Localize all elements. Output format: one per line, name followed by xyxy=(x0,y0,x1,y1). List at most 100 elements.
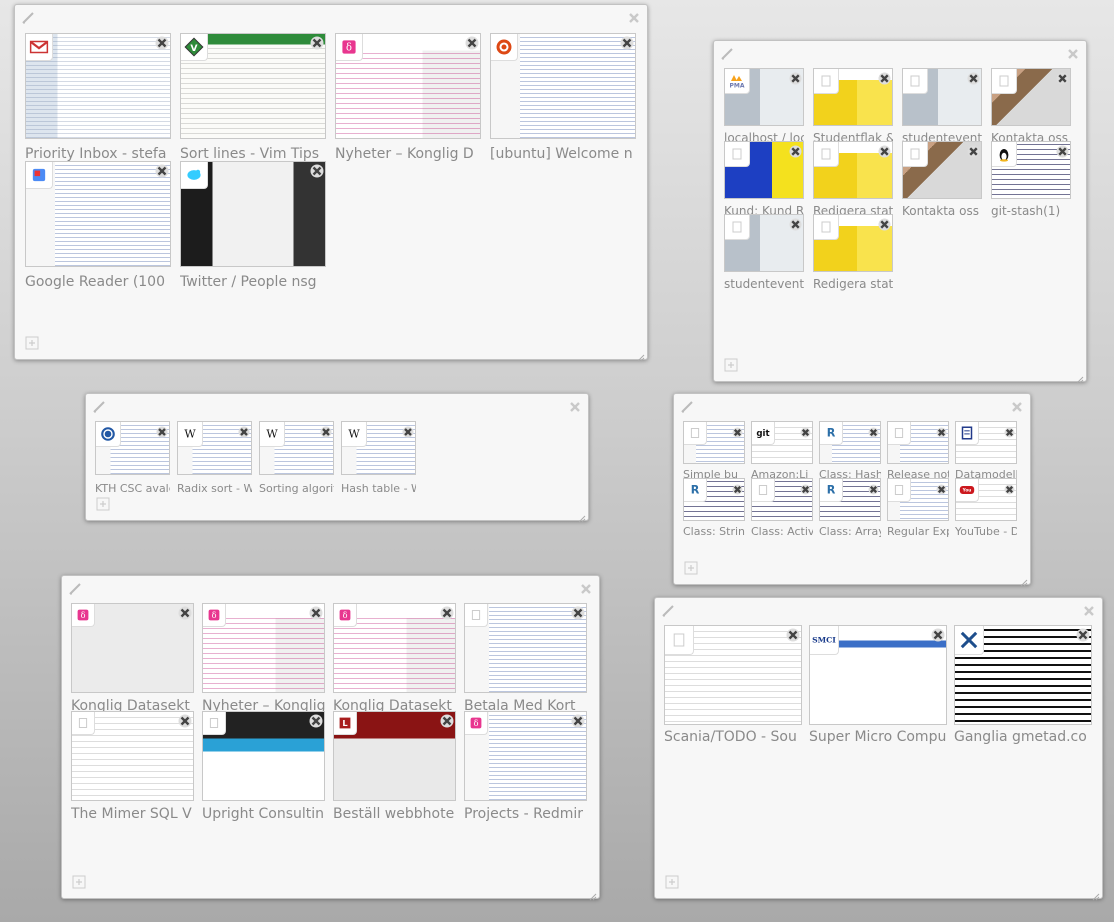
close-tab-icon[interactable] xyxy=(878,143,891,158)
tab-thumbnail[interactable]: Class: Active xyxy=(751,478,813,541)
page-preview[interactable] xyxy=(887,478,949,521)
close-icon[interactable] xyxy=(1066,46,1080,60)
tab-thumbnail[interactable]: git-stash(1) xyxy=(991,141,1071,221)
close-icon[interactable] xyxy=(627,10,641,24)
close-tab-icon[interactable] xyxy=(1076,627,1090,642)
tab-thumbnail[interactable]: δ Projects - Redmir xyxy=(464,711,587,825)
page-preview[interactable]: δ xyxy=(333,603,456,693)
tab-thumbnail[interactable]: δ Nyheter – Konglig D xyxy=(335,33,481,165)
page-preview[interactable] xyxy=(71,711,194,801)
close-tab-icon[interactable] xyxy=(732,480,743,495)
tab-group-4[interactable]: Simple bu git Amazon:Li R Class: Hash Release… xyxy=(673,393,1031,587)
close-tab-icon[interactable] xyxy=(155,35,169,50)
close-tab-icon[interactable] xyxy=(571,605,585,620)
page-preview[interactable] xyxy=(724,141,804,199)
close-tab-icon[interactable] xyxy=(320,423,332,438)
tab-group-6[interactable]: Scania/TODO - Sou SMCI Super Micro Compu Ga… xyxy=(654,597,1103,901)
page-preview[interactable]: V xyxy=(180,33,326,139)
tab-thumbnail[interactable]: R Class: Hash xyxy=(819,421,881,484)
page-preview[interactable] xyxy=(902,68,982,126)
page-preview[interactable]: You xyxy=(955,478,1017,521)
page-preview[interactable] xyxy=(490,33,636,139)
close-tab-icon[interactable] xyxy=(238,423,250,438)
tab-thumbnail[interactable]: studentevent xyxy=(902,68,982,148)
tab-thumbnail[interactable]: Priority Inbox - stefa xyxy=(25,33,171,165)
close-tab-icon[interactable] xyxy=(967,70,980,85)
page-preview[interactable] xyxy=(724,214,804,272)
close-tab-icon[interactable] xyxy=(178,713,192,728)
tab-thumbnail[interactable]: PMAlocalhost / loca xyxy=(724,68,804,148)
close-tab-icon[interactable] xyxy=(789,70,802,85)
close-tab-icon[interactable] xyxy=(789,216,802,231)
new-tab-icon[interactable] xyxy=(25,335,39,350)
tab-thumbnail[interactable]: KTH CSC avalc xyxy=(95,421,170,498)
tab-thumbnail[interactable]: SMCI Super Micro Compu xyxy=(809,625,947,748)
tab-thumbnail[interactable]: δ Nyheter – Konglig xyxy=(202,603,325,717)
close-tab-icon[interactable] xyxy=(155,163,169,178)
edit-pencil-icon[interactable] xyxy=(661,603,675,617)
tab-thumbnail[interactable]: Upright Consultin xyxy=(202,711,325,825)
page-preview[interactable]: SMCI xyxy=(809,625,947,725)
page-preview[interactable] xyxy=(955,421,1017,464)
close-tab-icon[interactable] xyxy=(1056,70,1069,85)
page-preview[interactable]: W xyxy=(177,421,252,475)
tab-thumbnail[interactable]: Redigera statu xyxy=(813,214,893,294)
tab-thumbnail[interactable]: Scania/TODO - Sou xyxy=(664,625,802,748)
tab-thumbnail[interactable]: Kund: Kund R xyxy=(724,141,804,221)
close-tab-icon[interactable] xyxy=(178,605,192,620)
edit-pencil-icon[interactable] xyxy=(680,399,694,413)
close-tab-icon[interactable] xyxy=(878,216,891,231)
close-tab-icon[interactable] xyxy=(1004,480,1015,495)
close-tab-icon[interactable] xyxy=(732,423,743,438)
close-tab-icon[interactable] xyxy=(800,480,811,495)
tab-thumbnail[interactable]: Ganglia gmetad.co xyxy=(954,625,1092,748)
tab-thumbnail[interactable]: [ubuntu] Welcome n xyxy=(490,33,636,165)
tab-thumbnail[interactable]: Kontakta oss xyxy=(991,68,1071,148)
page-preview[interactable] xyxy=(683,421,745,464)
edit-pencil-icon[interactable] xyxy=(92,399,106,413)
tab-thumbnail[interactable]: δ Konglig Datasekt xyxy=(71,603,194,717)
tab-thumbnail[interactable]: Betala Med Kort xyxy=(464,603,587,717)
page-preview[interactable]: PMA xyxy=(724,68,804,126)
page-preview[interactable]: L xyxy=(333,711,456,801)
page-preview[interactable] xyxy=(664,625,802,725)
page-preview[interactable]: git xyxy=(751,421,813,464)
close-tab-icon[interactable] xyxy=(800,423,811,438)
page-preview[interactable] xyxy=(887,421,949,464)
close-tab-icon[interactable] xyxy=(440,605,454,620)
page-preview[interactable] xyxy=(813,68,893,126)
close-tab-icon[interactable] xyxy=(868,480,879,495)
tab-thumbnail[interactable]: V Sort lines - Vim Tips xyxy=(180,33,326,165)
page-preview[interactable]: δ xyxy=(335,33,481,139)
close-tab-icon[interactable] xyxy=(309,605,323,620)
tab-group-1[interactable]: Priority Inbox - stefa V Sort lines - Vim … xyxy=(14,4,648,362)
page-preview[interactable] xyxy=(991,141,1071,199)
tab-thumbnail[interactable]: Google Reader (100 xyxy=(25,161,171,293)
close-tab-icon[interactable] xyxy=(1056,143,1069,158)
page-preview[interactable] xyxy=(813,214,893,272)
tab-thumbnail[interactable]: studentevent xyxy=(724,214,804,294)
tab-thumbnail[interactable]: R Class: Array xyxy=(819,478,881,541)
tab-thumbnail[interactable]: Kontakta oss - xyxy=(902,141,982,221)
tab-thumbnail[interactable]: W Hash table - W xyxy=(341,421,416,498)
new-tab-icon[interactable] xyxy=(684,560,698,575)
page-preview[interactable] xyxy=(95,421,170,475)
page-preview[interactable] xyxy=(902,141,982,199)
close-icon[interactable] xyxy=(1010,399,1024,413)
close-tab-icon[interactable] xyxy=(786,627,800,642)
close-icon[interactable] xyxy=(579,581,593,595)
close-tab-icon[interactable] xyxy=(309,713,323,728)
new-tab-icon[interactable] xyxy=(72,874,86,889)
page-preview[interactable]: R xyxy=(819,421,881,464)
page-preview[interactable]: δ xyxy=(202,603,325,693)
page-preview[interactable] xyxy=(180,161,326,267)
page-preview[interactable]: W xyxy=(341,421,416,475)
close-tab-icon[interactable] xyxy=(878,70,891,85)
tab-thumbnail[interactable]: Studentflak & xyxy=(813,68,893,148)
close-tab-icon[interactable] xyxy=(156,423,168,438)
tab-group-2[interactable]: PMAlocalhost / locaStudentflak & student… xyxy=(713,40,1087,384)
tab-thumbnail[interactable]: Release not xyxy=(887,421,949,484)
tab-thumbnail[interactable]: δ Konglig Datasekt xyxy=(333,603,456,717)
close-tab-icon[interactable] xyxy=(620,35,634,50)
close-icon[interactable] xyxy=(568,399,582,413)
